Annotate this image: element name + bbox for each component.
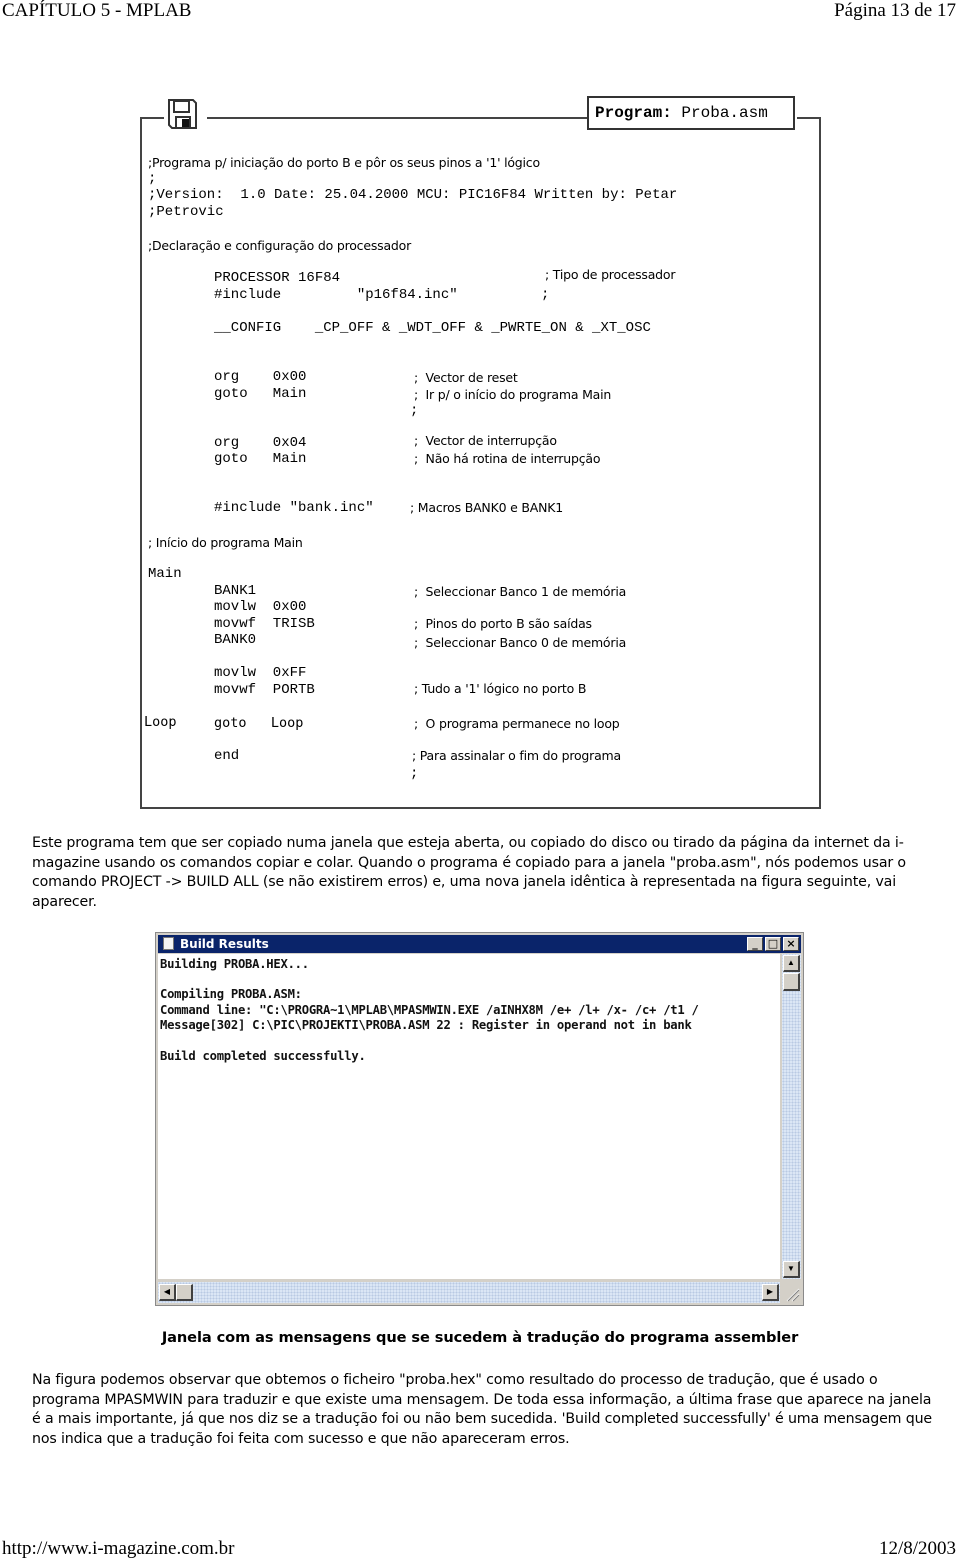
code-line: movlw 0xFF — [214, 665, 307, 681]
code-line: org 0x04 — [214, 435, 307, 451]
code-comment: ; Início do programa Main — [148, 535, 303, 550]
program-file-name: Proba.asm — [681, 104, 768, 122]
maximize-button[interactable]: □ — [765, 937, 781, 951]
code-comment: ; — [148, 171, 157, 187]
window-title: Build Results — [180, 937, 269, 951]
program-title-label: Program: — [595, 104, 672, 122]
output-line: Message[302] C:\PIC\PROJEKTI\PROBA.ASM 2… — [160, 1018, 692, 1032]
code-comment: ;Version: 1.0 Date: 25.04.2000 MCU: PIC1… — [148, 187, 678, 203]
code-comment: ;Programa p/ iniciação do porto B e pôr … — [148, 155, 540, 170]
scroll-thumb[interactable] — [176, 1284, 193, 1301]
code-label: Main — [148, 566, 182, 582]
code-comment: ; Ir p/ o início do programa Main — [414, 387, 612, 402]
scroll-right-arrow-icon[interactable]: ▶ — [762, 1284, 779, 1301]
scroll-up-arrow-icon[interactable]: ▲ — [783, 955, 800, 972]
resize-grip-icon[interactable] — [782, 1282, 801, 1303]
code-comment: ;Declaração e configuração do processado… — [148, 238, 412, 253]
code-comment: ; Pinos do porto B são saídas — [414, 616, 592, 631]
code-line: BANK0 — [214, 632, 257, 648]
page-header-title: CAPÍTULO 5 - MPLAB — [2, 0, 192, 21]
code-line: movlw 0x00 — [214, 599, 307, 615]
window-titlebar[interactable]: Build Results _ □ × — [158, 935, 801, 953]
code-comment: ; Macros BANK0 e BANK1 — [410, 500, 563, 515]
code-label: Loop — [144, 714, 177, 730]
build-output-area[interactable]: Building PROBA.HEX... Compiling PROBA.AS… — [158, 954, 780, 1279]
page-footer-url: http://www.i-magazine.com.br — [2, 1538, 235, 1559]
document-icon — [163, 937, 174, 950]
code-line: goto Loop — [214, 715, 304, 731]
code-comment: ; Tipo de processador — [545, 267, 676, 282]
code-line: PROCESSOR 16F84 — [214, 270, 341, 286]
code-line: goto Main — [214, 386, 307, 402]
page-footer-date: 12/8/2003 — [878, 1538, 956, 1559]
output-line: Build completed successfully. — [160, 1049, 366, 1063]
frame-top-border — [797, 117, 819, 119]
body-paragraph: Este programa tem que ser copiado numa j… — [32, 835, 906, 910]
output-line: Command line: "C:\PROGRA~1\MPLAB\MPASMWI… — [160, 1003, 699, 1017]
page-number: Página 13 de 17 — [834, 0, 956, 21]
code-line: __CONFIG _CP_OFF & _WDT_OFF & _PWRTE_ON … — [214, 320, 651, 336]
output-line: Building PROBA.HEX... — [160, 957, 309, 971]
vertical-scrollbar[interactable]: ▲ ▼ — [782, 954, 801, 1279]
code-comment: ; O programa permanece no loop — [414, 716, 620, 731]
code-comment: ; Vector de reset — [414, 370, 518, 385]
code-comment: ; — [410, 766, 419, 782]
close-button[interactable]: × — [783, 937, 799, 951]
code-comment: ; Vector de interrupção — [414, 433, 557, 448]
code-comment: ; Tudo a '1' lógico no porto B — [414, 681, 587, 696]
code-comment: ; Seleccionar Banco 0 de memória — [414, 635, 627, 650]
scroll-thumb[interactable] — [783, 973, 800, 991]
code-line: #include "bank.inc" — [214, 500, 374, 516]
code-line: movwf TRISB — [214, 616, 315, 632]
code-line: org 0x00 — [214, 369, 307, 385]
frame-top-border — [207, 117, 587, 119]
code-comment: ; — [410, 403, 419, 419]
horizontal-scrollbar[interactable]: ◀ ▶ — [158, 1282, 780, 1303]
output-line: Compiling PROBA.ASM: — [160, 987, 302, 1001]
code-comment: ; Não há rotina de interrupção — [414, 451, 601, 466]
body-paragraph: Na figura podemos observar que obtemos o… — [32, 1372, 932, 1447]
frame-top-border — [140, 117, 164, 119]
scroll-left-arrow-icon[interactable]: ◀ — [159, 1284, 176, 1301]
code-line: goto Main — [214, 451, 307, 467]
figure-caption: Janela com as mensagens que se sucedem à… — [161, 1329, 799, 1346]
code-line: BANK1 — [214, 583, 257, 599]
code-line: end — [214, 748, 240, 764]
floppy-disk-icon — [168, 99, 197, 129]
scroll-down-arrow-icon[interactable]: ▼ — [783, 1261, 800, 1278]
program-title-box: Program: Proba.asm — [587, 96, 795, 130]
minimize-button[interactable]: _ — [747, 937, 763, 951]
build-results-window: Build Results _ □ × Building PROBA.HEX..… — [155, 932, 804, 1306]
code-line: movwf PORTB — [214, 682, 315, 698]
code-comment: ; — [541, 287, 550, 303]
code-comment: ;Petrovic — [148, 204, 224, 220]
code-comment: ; Seleccionar Banco 1 de memória — [414, 584, 627, 599]
code-line: #include "p16f84.inc" — [214, 287, 458, 303]
code-comment: ; Para assinalar o fim do programa — [412, 748, 621, 763]
